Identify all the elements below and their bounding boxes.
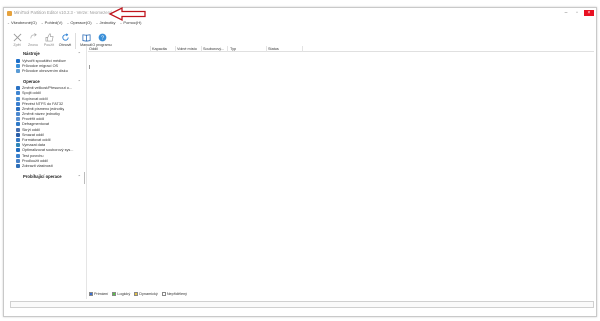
pending-section-title: Probíhající operace xyxy=(23,173,62,179)
operations-item-label: Změnit písmeno jednotky xyxy=(22,106,65,111)
tools-item-label: Průvodce migrací OS xyxy=(22,63,59,68)
legend-swatch xyxy=(89,292,93,296)
chevron-down-icon: ⌄ xyxy=(7,21,10,25)
operations-item-icon xyxy=(16,138,20,143)
pending-section-header[interactable]: Probíhající operace ⌃ xyxy=(10,173,86,181)
tools-item-icon xyxy=(16,58,20,63)
tools-item-label: Vytvořit spouštěcí médium xyxy=(22,58,67,63)
svg-text:?: ? xyxy=(101,35,104,41)
column-filesystem[interactable]: Souborový... xyxy=(203,47,224,51)
tools-item-label: Průvodce obnovením disku xyxy=(22,68,68,73)
operations-item-icon xyxy=(16,96,20,101)
legend-label: Primární xyxy=(94,292,109,296)
legend-swatch xyxy=(161,292,166,296)
menu-general-label: Všeobecné(G) xyxy=(10,20,37,25)
menu-view-label: Pohled(V) xyxy=(44,20,63,25)
tools-item-icon xyxy=(16,63,20,68)
operations-item-icon xyxy=(16,106,20,111)
thumbs-up-icon xyxy=(45,33,53,42)
column-capacity[interactable]: Kapacita xyxy=(152,47,167,51)
legend-logical: Logický xyxy=(112,292,130,296)
operations-item-label: Převést NTFS do FAT32 xyxy=(22,101,64,106)
operations-item-icon xyxy=(16,117,20,122)
operations-item-label: Skrýt oddíl xyxy=(22,127,40,132)
title-bar: MiniTool Partition Editor v10.2.3 - Verz… xyxy=(4,8,596,19)
column-free-space[interactable]: Volné místo xyxy=(177,47,197,51)
question-icon: ? xyxy=(98,33,106,41)
operations-item-label: Smazat oddíl xyxy=(22,132,45,137)
operations-item-icon xyxy=(16,101,20,106)
action-sidebar: Nástroje ⌃ Vytvořit spouštěcí médium Prův… xyxy=(10,46,87,299)
status-bar xyxy=(10,301,594,308)
operations-item-label: Test povrchu xyxy=(22,153,44,158)
legend-label: Nepřidělený xyxy=(166,292,188,296)
close-icon[interactable]: × xyxy=(584,10,594,16)
operations-list: Změnit velikost/Přesunout o... Spojit odd… xyxy=(10,86,86,169)
chevron-down-icon: ⌄ xyxy=(66,21,70,25)
refresh-icon xyxy=(61,33,69,41)
minimize-icon[interactable]: – xyxy=(562,10,570,16)
column-status[interactable]: Status xyxy=(268,47,279,51)
partition-list-area[interactable] xyxy=(88,52,594,288)
operations-section-title: Operace xyxy=(23,78,40,84)
legend-swatch xyxy=(112,292,117,296)
operations-item-icon xyxy=(16,163,20,168)
operations-item-icon xyxy=(16,127,20,132)
operations-item-label: Vymazat data xyxy=(22,143,46,148)
operations-item-icon xyxy=(16,148,20,153)
operations-item-label: Změnit název jednotky xyxy=(22,112,60,117)
tools-section-header[interactable]: Nástroje ⌃ xyxy=(10,50,86,58)
legend-dynamic: Dynamický xyxy=(134,292,158,296)
undo-icon xyxy=(29,33,37,39)
operations-item-icon xyxy=(16,158,20,163)
tools-item[interactable]: Průvodce obnovením disku xyxy=(10,68,86,73)
window-controls: – ▫ × xyxy=(562,10,594,16)
app-logo-icon xyxy=(7,11,12,16)
operations-item-label: Prodloužit oddíl xyxy=(22,158,49,163)
book-icon xyxy=(82,34,90,42)
operations-item-label: Zobrazit vlastnosti xyxy=(22,163,53,168)
column-type[interactable]: Typ xyxy=(230,47,236,51)
operations-item-label: Změnit velikost/Přesunout o... xyxy=(22,86,73,91)
operations-item-label: Prověřit oddíl xyxy=(22,117,45,122)
collapse-icon[interactable]: ⌃ xyxy=(78,174,81,179)
operations-item-icon xyxy=(16,153,20,158)
operations-item-label: Kopírovat oddíl xyxy=(22,96,48,101)
collapse-icon[interactable]: ⌃ xyxy=(78,79,81,84)
maximize-icon[interactable]: ▫ xyxy=(573,10,581,16)
window-title: MiniTool Partition Editor v10.2.3 - Verz… xyxy=(14,10,113,15)
x-icon xyxy=(13,33,21,42)
operations-item-label: Spojit oddíl xyxy=(22,91,41,96)
menu-operations[interactable]: ⌄Operace(O) xyxy=(66,20,91,27)
annotation-arrow-icon xyxy=(108,6,146,22)
chevron-down-icon: ⌄ xyxy=(40,21,44,25)
operations-item-icon xyxy=(16,91,20,96)
tools-item-icon xyxy=(16,68,20,73)
operations-item-icon xyxy=(16,86,20,91)
operations-item-label: Formátovat oddíl xyxy=(22,138,51,143)
sidebar-scrollbar[interactable] xyxy=(84,172,85,184)
collapse-icon[interactable]: ⌃ xyxy=(78,51,81,56)
operations-item-icon xyxy=(16,143,20,148)
tools-list: Vytvořit spouštěcí médium Průvodce migrac… xyxy=(10,58,86,74)
legend-primary: Primární xyxy=(89,292,108,296)
text-cursor xyxy=(89,65,90,69)
menu-operations-label: Operace(O) xyxy=(70,20,92,25)
operations-item-icon xyxy=(16,122,20,127)
operations-item[interactable]: Zobrazit vlastnosti xyxy=(10,163,86,168)
legend-unallocated: Nepřidělený xyxy=(161,292,188,296)
legend-swatch xyxy=(134,292,139,296)
menu-general[interactable]: ⌄Všeobecné(G) xyxy=(7,20,37,27)
operations-section-header[interactable]: Operace ⌃ xyxy=(10,78,86,86)
menu-view[interactable]: ⌄Pohled(V) xyxy=(41,20,63,27)
column-partition[interactable]: Oddíl xyxy=(89,47,98,51)
legend-label: Dynamický xyxy=(139,292,158,296)
operations-item-label: Defragmentovat xyxy=(22,122,50,127)
legend-label: Logický xyxy=(117,292,131,296)
operations-item-icon xyxy=(16,112,20,117)
partition-legend: Primární Logický Dynamický Nepřidělený xyxy=(89,292,187,296)
tools-section-title: Nástroje xyxy=(23,51,40,56)
operations-item-icon xyxy=(16,132,20,137)
operations-item-label: Optimalizovat souborový sys... xyxy=(22,148,74,153)
